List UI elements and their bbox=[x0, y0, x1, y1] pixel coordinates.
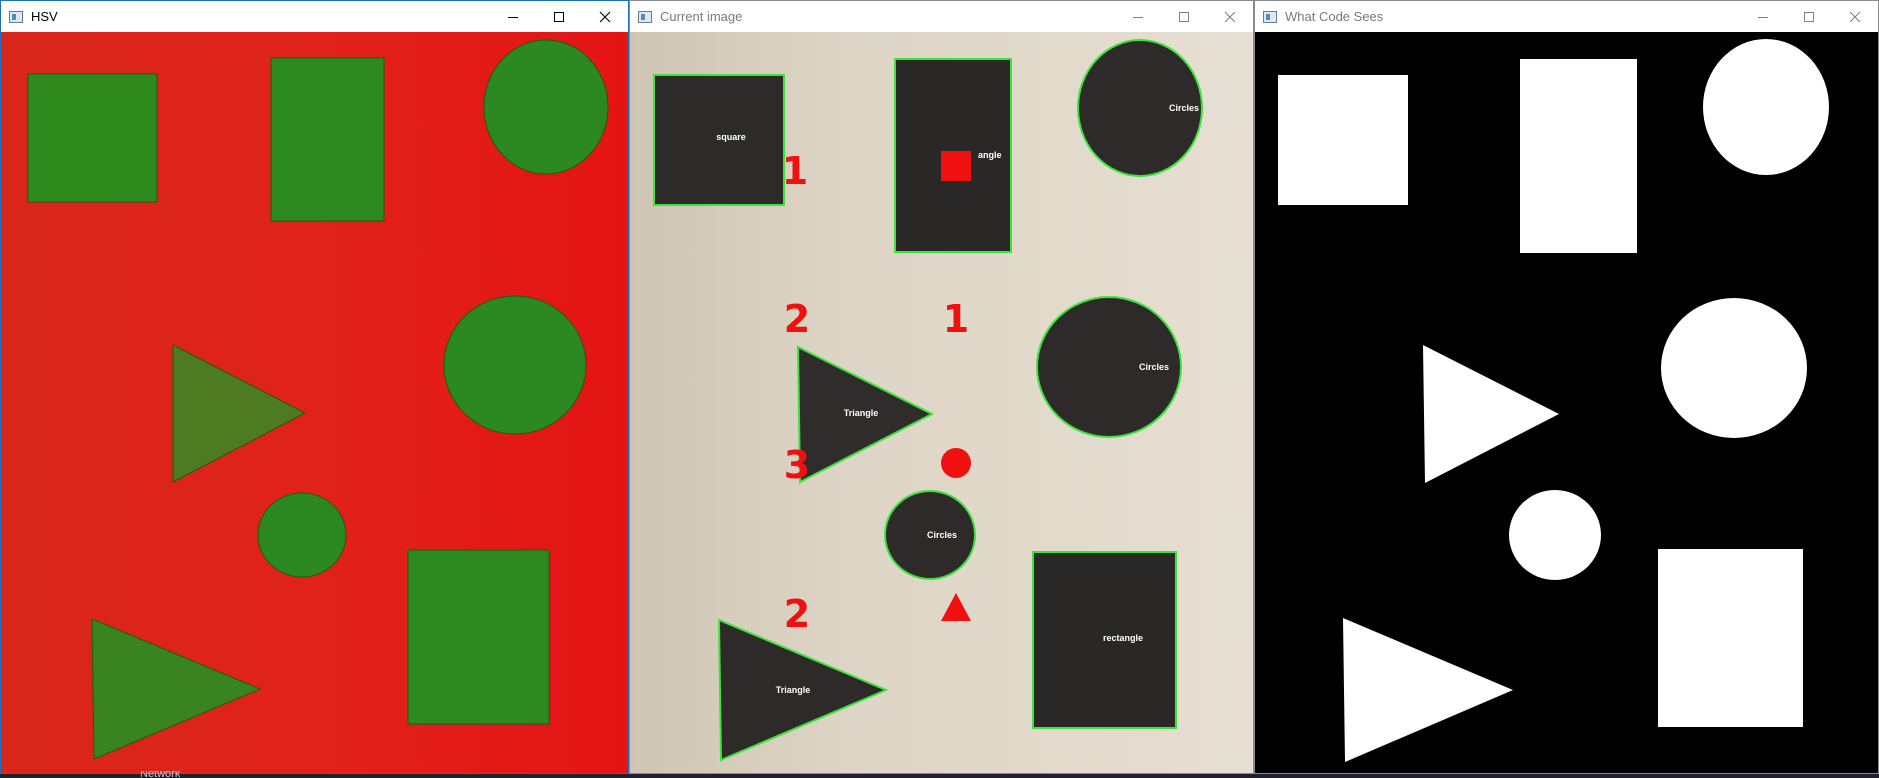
count-triangle-b: 2 bbox=[784, 592, 810, 636]
window-title: What Code Sees bbox=[1285, 9, 1384, 24]
window-controls bbox=[1115, 1, 1253, 32]
close-icon bbox=[1224, 11, 1236, 22]
window-title: HSV bbox=[31, 9, 58, 24]
window-title: Current image bbox=[660, 9, 743, 24]
mask-rectangle-bottom bbox=[1658, 549, 1803, 727]
close-icon bbox=[1849, 11, 1861, 22]
hsv-circle-mid bbox=[443, 295, 587, 435]
hsv-square bbox=[27, 73, 158, 203]
app-icon bbox=[1263, 10, 1277, 23]
window-controls bbox=[490, 1, 628, 32]
close-button[interactable] bbox=[1207, 1, 1253, 32]
taskbar bbox=[0, 774, 1879, 778]
hsv-image bbox=[1, 32, 628, 773]
current-image: square angle Circles Circles Triangle Ci… bbox=[630, 32, 1253, 773]
hsv-image-view bbox=[1, 32, 628, 773]
circle-marker-icon bbox=[941, 448, 971, 478]
what-code-sees-titlebar[interactable]: What Code Sees bbox=[1255, 1, 1878, 32]
label-square: square bbox=[716, 132, 746, 142]
hsv-rectangle-top bbox=[270, 57, 385, 222]
maximize-icon bbox=[554, 11, 564, 22]
minimize-button[interactable] bbox=[1740, 1, 1786, 32]
taskbar-network-label[interactable]: Network bbox=[140, 771, 180, 778]
label-rectangle-partial: angle bbox=[978, 150, 1002, 160]
label-circle-small: Circles bbox=[927, 530, 957, 540]
square-marker-icon bbox=[941, 151, 971, 181]
minimize-button[interactable] bbox=[1115, 1, 1161, 32]
mask-image-view bbox=[1255, 32, 1878, 773]
label-rectangle-bottom: rectangle bbox=[1103, 633, 1143, 643]
label-triangle-mid: Triangle bbox=[844, 408, 879, 418]
mask-square bbox=[1278, 75, 1408, 205]
current-image-window: Current image square angle Circles Circl… bbox=[629, 0, 1254, 774]
minimize-icon bbox=[508, 16, 518, 18]
count-triangle-a: 2 bbox=[784, 297, 810, 341]
hsv-rectangle-bottom bbox=[407, 549, 550, 725]
count-rectangle: 1 bbox=[943, 297, 969, 341]
minimize-icon bbox=[1758, 16, 1768, 18]
what-code-sees-window: What Code Sees bbox=[1254, 0, 1879, 774]
label-triangle-bottom: Triangle bbox=[776, 685, 811, 695]
current-image-titlebar[interactable]: Current image bbox=[630, 1, 1253, 32]
app-icon bbox=[9, 10, 23, 23]
minimize-icon bbox=[1133, 16, 1143, 18]
minimize-button[interactable] bbox=[490, 1, 536, 32]
label-circle-mid: Circles bbox=[1139, 362, 1169, 372]
label-circle-top: Circles bbox=[1169, 103, 1199, 113]
hsv-circle-top bbox=[483, 39, 609, 175]
window-controls bbox=[1740, 1, 1878, 32]
count-square: 1 bbox=[782, 149, 808, 193]
maximize-button[interactable] bbox=[536, 1, 582, 32]
mask-circle-top bbox=[1703, 39, 1829, 175]
maximize-button[interactable] bbox=[1786, 1, 1832, 32]
maximize-icon bbox=[1804, 11, 1814, 22]
maximize-button[interactable] bbox=[1161, 1, 1207, 32]
mask-circle-small bbox=[1509, 490, 1601, 580]
hsv-circle-small bbox=[257, 492, 347, 578]
mask-image bbox=[1255, 32, 1878, 773]
hsv-window: HSV bbox=[0, 0, 629, 774]
close-button[interactable] bbox=[1832, 1, 1878, 32]
close-button[interactable] bbox=[582, 1, 628, 32]
mask-circle-mid bbox=[1661, 298, 1807, 438]
current-image-view: square angle Circles Circles Triangle Ci… bbox=[630, 32, 1253, 773]
app-icon bbox=[638, 10, 652, 23]
hsv-titlebar[interactable]: HSV bbox=[1, 1, 628, 32]
close-icon bbox=[599, 11, 611, 22]
maximize-icon bbox=[1179, 11, 1189, 22]
mask-rectangle-top bbox=[1520, 59, 1637, 253]
count-circle: 3 bbox=[784, 443, 810, 487]
